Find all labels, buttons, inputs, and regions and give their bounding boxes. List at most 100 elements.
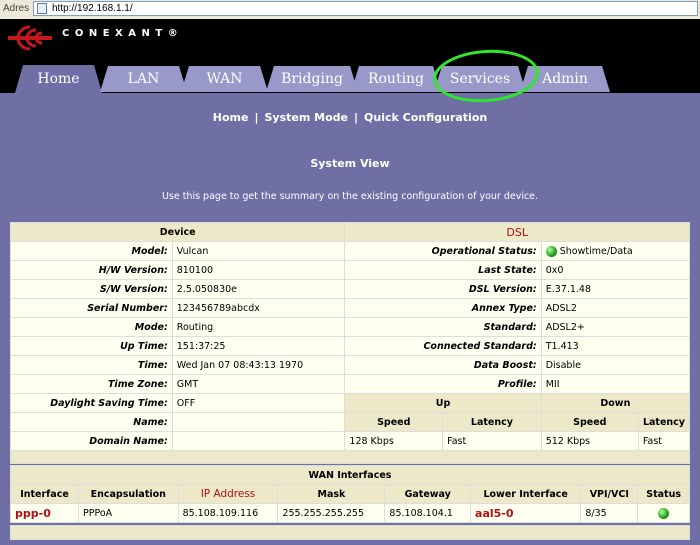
status-green-icon [658,507,670,519]
dsl-down-header: Down [540,393,691,413]
dsl-up-header: Up [344,393,542,413]
wan-col-status: Status [637,484,690,504]
device-value [171,431,346,451]
wan-gateway: 85.108.104.1 [384,503,472,523]
dsl-value: Showtime/Data [559,245,633,257]
main-content: Home | System Mode | Quick Configuration Sys… [0,93,700,545]
dsl-value: 0x0 [540,260,691,280]
up-speed-value: 128 Kbps [344,431,444,451]
dsl-label: DSL Version: [344,279,542,299]
tab-home-label: Home [37,71,80,87]
wan-status [637,503,690,523]
wan-col-vpivci: VPI/VCI [580,484,639,504]
dsl-label: Connected Standard: [344,336,542,356]
device-label: Name: [10,412,173,432]
tab-lan[interactable]: LAN [100,66,187,92]
address-label: Adres [3,3,30,14]
device-value: 2.5.050830e [171,279,346,299]
device-value [171,412,346,432]
dsl-value: E.37.1.48 [540,279,691,299]
device-label: Time Zone: [10,374,173,394]
wan-header: WAN Interfaces [10,465,690,485]
up-latency-value: Fast [442,431,542,451]
tab-bridging[interactable]: Bridging [266,66,358,92]
tab-routing-label: Routing [367,71,425,87]
page-icon [37,3,47,14]
address-bar: Adres http://192.168.1.1/ [0,0,700,20]
device-label: Time: [10,355,173,375]
wan-vpivci: 8/35 [580,503,639,523]
dsl-label: Operational Status: [344,241,542,261]
wan-col-gateway: Gateway [384,484,472,504]
device-value: Wed Jan 07 08:43:13 1970 [171,355,346,375]
dsl-label: Profile: [344,374,542,394]
device-label: Up Time: [10,336,173,356]
subnav-quick-config-link[interactable]: Quick Configuration [364,111,487,124]
tab-home[interactable]: Home [15,65,102,93]
url-text[interactable]: http://192.168.1.1/ [52,3,133,14]
wan-interfaces-table: WAN Interfaces Interface Encapsulation I… [9,465,690,523]
dsl-value: Disable [540,355,691,375]
bottom-band [10,525,690,540]
brand-name: CONEXANT® [62,28,184,39]
wan-mask: 255.255.255.255 [277,503,386,523]
device-label: Daylight Saving Time: [10,393,173,413]
device-label: S/W Version: [10,279,173,299]
dsl-value: ADSL2+ [540,317,691,337]
tab-lan-label: LAN [127,71,160,87]
page-title: System View [310,157,390,170]
wan-encapsulation: PPPoA [78,503,179,523]
wan-col-ip: IP Address [177,484,279,504]
device-value: Routing [171,317,346,337]
status-green-icon [545,245,557,257]
device-value: OFF [171,393,346,413]
wan-col-mask: Mask [277,484,386,504]
subnav-system-mode-link[interactable]: System Mode [264,111,348,124]
tab-wan-label: WAN [206,71,243,87]
device-value: 123456789abcdx [171,298,346,318]
device-header: Device [9,222,346,242]
device-value: Vulcan [171,241,346,261]
down-speed-value: 512 Kbps [540,431,639,451]
down-latency-header: Latency [637,412,691,432]
up-latency-header: Latency [442,412,542,432]
address-field[interactable]: http://192.168.1.1/ [33,1,698,16]
up-speed-header: Speed [344,412,444,432]
dsl-label: Annex Type: [344,298,542,318]
device-value: 151:37:25 [171,336,346,356]
subnav-separator: | [254,111,259,124]
page-description: Use this page to get the summary on the … [161,191,539,202]
subnav-separator: | [353,111,359,124]
tab-services-label: Services [449,71,511,87]
wan-col-lower: Lower Interface [470,484,582,504]
sub-navigation: Home | System Mode | Quick Configuration [0,111,700,124]
dsl-label: Data Boost: [344,355,542,375]
dsl-value: T1.413 [540,336,691,356]
tab-services[interactable]: Services [434,66,526,92]
device-label: Domain Name: [10,431,173,451]
dsl-header: DSL [344,222,690,242]
device-label: Mode: [10,317,173,337]
subnav-home-link[interactable]: Home [213,111,249,124]
wan-col-interface: Interface [9,484,80,504]
dsl-label: Last State: [344,260,542,280]
device-label: Model: [10,241,173,261]
system-view-table: Device DSL Model: Vulcan Operational Sta… [9,222,691,451]
conexant-logo-icon [8,25,52,51]
header: CONEXANT® Home LAN WAN Bridging Routing … [0,19,700,93]
wan-col-encapsulation: Encapsulation [78,484,179,504]
tab-wan[interactable]: WAN [181,66,268,92]
wan-ip: 85.108.109.116 [177,503,279,523]
dsl-operational-status: Showtime/Data [540,241,691,261]
dsl-value: ADSL2 [540,298,691,318]
wan-lower-interface: aal5-0 [470,503,582,523]
tab-routing[interactable]: Routing [351,66,441,92]
tab-bridging-label: Bridging [281,71,343,87]
device-value: 810100 [171,260,346,280]
down-speed-header: Speed [540,412,639,432]
device-label: H/W Version: [10,260,173,280]
spacer-band [10,450,690,464]
tab-admin[interactable]: Admin [520,66,610,92]
wan-interface: ppp-0 [9,503,80,523]
table-row: ppp-0 PPPoA 85.108.109.116 255.255.255.2… [9,503,690,523]
